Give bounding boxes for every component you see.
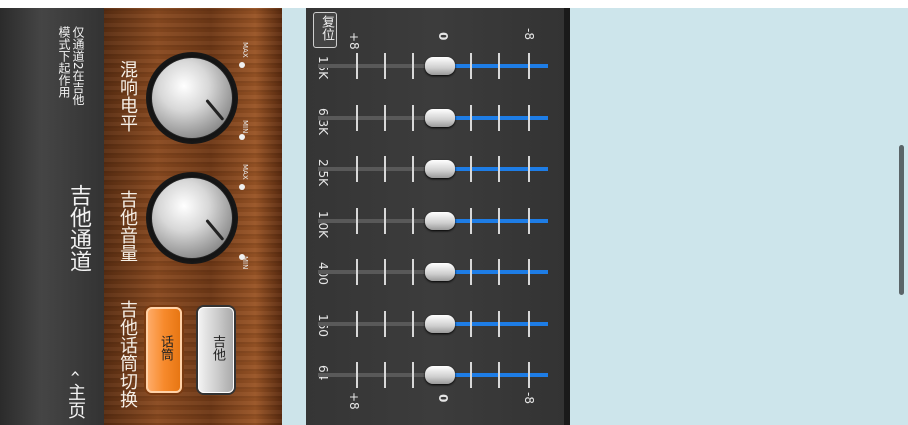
eq-scale-tick [528,156,530,182]
guitar-volume-min-label: MIN [241,256,249,270]
eq-scale-tick [412,105,414,131]
eq-scale-tick [412,156,414,182]
eq-scale-tick [384,311,386,337]
eq-slider-track [318,322,440,326]
guitar-button[interactable]: 吉他 [198,307,234,393]
eq-scale-tick [356,259,358,285]
back-button[interactable]: ‹ 主页 [62,370,88,419]
eq-slider-thumb[interactable] [425,212,455,230]
page-title: 吉他通道 [66,184,91,272]
eq-slider-thumb[interactable] [425,315,455,333]
eq-band-frequency: 1.0K [316,211,330,238]
eq-scale-tick [528,362,530,388]
chevron-left-icon: ‹ [65,370,86,378]
eq-scale-tick [528,259,530,285]
eq-scale-tick [384,105,386,131]
reverb-level-label: 混响电平 [117,60,138,132]
blank-panel [570,8,908,425]
guitar-button-label: 吉他 [210,335,225,361]
eq-scale-tick [412,362,414,388]
reverb-level-min-label: MIN [241,120,249,134]
scale-bottom-label-lower: -8 [522,392,536,404]
eq-band-frequency: 2.5K [316,159,330,186]
eq-scale-tick [356,311,358,337]
eq-slider-track [318,373,440,377]
eq-slider-fill [440,64,548,68]
eq-slider-track [318,219,440,223]
eq-scale-tick [412,259,414,285]
eq-slider-fill [440,270,548,274]
back-label: 主页 [65,382,86,419]
eq-slider-track [318,270,440,274]
panel-divider [282,8,306,425]
scale-bottom-label-upper: -8 [522,28,536,40]
eq-scale-tick [498,53,500,79]
eq-slider-fill [440,116,548,120]
eq-slider-thumb[interactable] [425,109,455,127]
eq-scale-tick [528,105,530,131]
eq-scale-tick [412,208,414,234]
eq-scale-tick [356,362,358,388]
eq-scale-tick [356,105,358,131]
eq-scale-tick [498,259,500,285]
eq-slider-fill [440,322,548,326]
scale-zero-label-upper: 0 [436,32,450,41]
channel-note-line-2: 模式下起作用 [57,26,71,98]
eq-scale-tick [384,362,386,388]
eq-scale-tick [470,156,472,182]
eq-scale-tick [384,53,386,79]
eq-scale-tick [470,53,472,79]
reverb-level-max-label: MAX [241,42,249,58]
eq-scale-tick [470,208,472,234]
mic-button-label: 话筒 [158,335,173,361]
eq-scale-tick [498,208,500,234]
eq-slider-track [318,116,440,120]
eq-scale-tick [498,311,500,337]
eq-slider-thumb[interactable] [425,57,455,75]
eq-scale-tick [498,156,500,182]
scale-zero-label-lower: 0 [436,394,450,403]
reset-button[interactable]: 复位 [313,12,337,48]
eq-scale-tick [412,53,414,79]
eq-scale-tick [498,105,500,131]
eq-scale-tick [384,208,386,234]
guitar-volume-label: 吉他音量 [117,190,138,262]
eq-scale-tick [470,259,472,285]
scale-top-label-upper: +8 [347,32,361,50]
input-switch-title: 吉他话筒切换 [117,300,138,408]
eq-slider-fill [440,373,548,377]
eq-scale-tick [356,53,358,79]
eq-slider-thumb[interactable] [425,160,455,178]
eq-scale-tick [528,311,530,337]
eq-scale-tick [384,156,386,182]
eq-slider-thumb[interactable] [425,263,455,281]
eq-scale-tick [470,362,472,388]
eq-scale-tick [470,105,472,131]
eq-scale-tick [412,311,414,337]
eq-slider-track [318,64,440,68]
eq-slider-thumb[interactable] [425,366,455,384]
eq-scale-tick [356,208,358,234]
header-bar: ‹ 主页 吉他通道 仅通道2在吉他 模式下起作用 [0,8,104,425]
eq-scale-tick [498,362,500,388]
scrollbar[interactable] [899,145,904,295]
mic-button[interactable]: 话筒 [146,307,182,393]
reset-button-label: 复位 [319,15,334,41]
eq-slider-fill [440,167,548,171]
eq-scale-tick [470,311,472,337]
guitar-volume-max-label: MAX [241,164,249,180]
eq-scale-tick [356,156,358,182]
eq-band-frequency: 6.3K [316,108,330,135]
scale-top-label-lower: +8 [347,392,361,410]
eq-slider-track [318,167,440,171]
eq-scale-tick [528,208,530,234]
eq-scale-tick [528,53,530,79]
eq-scale-tick [384,259,386,285]
eq-slider-fill [440,219,548,223]
